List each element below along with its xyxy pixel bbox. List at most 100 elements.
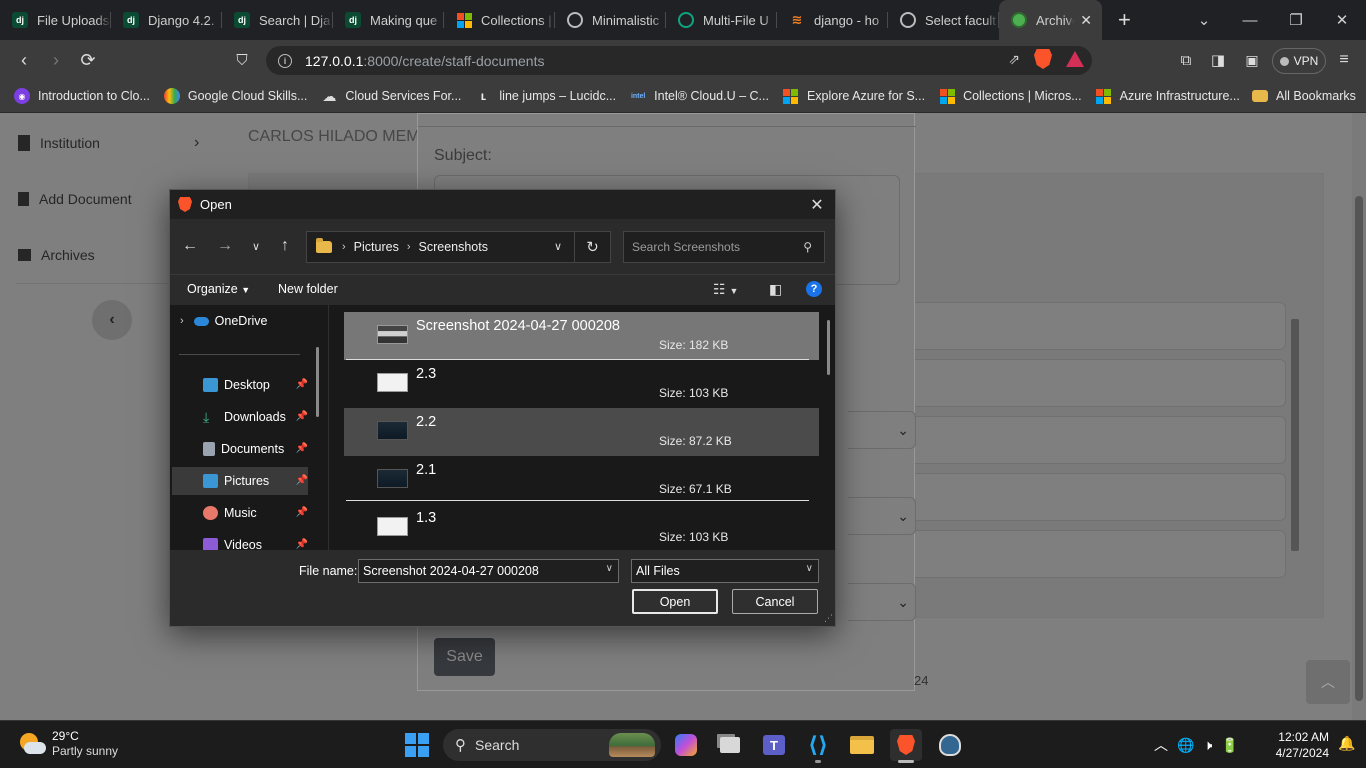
browser-tab[interactable]: Collections |	[444, 0, 555, 40]
browser-tab[interactable]: dj File Uploads	[0, 0, 111, 40]
forward-arrow-icon[interactable]: →	[213, 234, 237, 258]
new-folder-button[interactable]: New folder	[278, 282, 338, 296]
bookmark-item[interactable]: Explore Azure for S...	[783, 88, 925, 104]
scroll-to-top-button[interactable]: ︿	[1306, 660, 1350, 704]
document-row[interactable]	[914, 302, 1286, 350]
bookmark-item[interactable]: Collections | Micros...	[939, 88, 1082, 104]
site-info-icon[interactable]: i	[278, 53, 292, 68]
file-item[interactable]: Screenshot 2024-04-27 000208 Size: 182 K…	[344, 312, 819, 360]
browser-tab[interactable]: Minimalistic	[555, 0, 666, 40]
refresh-icon[interactable]: ↻	[574, 232, 610, 262]
help-icon[interactable]: ?	[806, 281, 822, 297]
brave-browser-icon[interactable]	[890, 729, 922, 763]
sidebar-item-add-document[interactable]: Add Document	[18, 191, 132, 207]
menu-icon[interactable]: ≡	[1328, 44, 1360, 76]
organize-button[interactable]: Organize ▼	[187, 282, 250, 296]
search-input[interactable]: Search Screenshots ⚲	[623, 231, 825, 263]
close-icon[interactable]: ✕	[805, 193, 829, 217]
speaker-muted-icon[interactable]: 🕨	[1203, 737, 1212, 754]
nav-pane-scrollbar[interactable]	[316, 347, 319, 417]
browser-tab-active[interactable]: Archive✕	[999, 0, 1102, 40]
document-row[interactable]	[914, 473, 1286, 521]
recent-locations-icon[interactable]: ∨	[244, 234, 268, 258]
new-tab-button[interactable]: +	[1118, 7, 1131, 33]
notifications-bell-icon[interactable]: 🔔	[1338, 735, 1355, 752]
vscode-icon[interactable]: ⟨⟩	[802, 729, 834, 763]
chevron-down-icon[interactable]: ∨	[606, 563, 613, 574]
view-options-icon[interactable]: ☷ ▼	[713, 281, 738, 298]
close-tab-icon[interactable]: ✕	[1080, 12, 1092, 29]
open-button[interactable]: Open	[632, 589, 718, 614]
bookmark-item[interactable]: Azure Infrastructure...	[1096, 88, 1240, 104]
file-explorer-icon[interactable]	[846, 729, 878, 761]
copilot-icon[interactable]	[670, 729, 702, 761]
sidebar-item-institution[interactable]: Institution ›	[18, 134, 199, 151]
nav-item-videos[interactable]: Videos 📌	[172, 531, 308, 550]
nav-item-downloads[interactable]: ⤓ Downloads 📌	[172, 403, 308, 431]
chevron-down-icon[interactable]: ∨	[554, 240, 562, 253]
brave-rewards-icon[interactable]	[1066, 51, 1084, 67]
bookmark-item[interactable]: Google Cloud Skills...	[163, 88, 307, 104]
language-globe-icon[interactable]: 🌐	[1177, 737, 1194, 754]
all-bookmarks-button[interactable]: All Bookmarks	[1252, 89, 1356, 103]
vpn-button[interactable]: VPN	[1272, 48, 1326, 74]
browser-tab[interactable]: ≋ django - ho	[777, 0, 888, 40]
start-button[interactable]	[405, 733, 429, 757]
breadcrumb-screenshots[interactable]: Screenshots	[419, 240, 488, 254]
browser-tab[interactable]: dj Making que	[333, 0, 444, 40]
page-scrollbar[interactable]	[1352, 113, 1366, 720]
postgresql-icon[interactable]	[934, 729, 966, 761]
address-bar[interactable]: i 127.0.0.1:8000/create/staff-documents …	[266, 46, 1092, 75]
nav-item-documents[interactable]: Documents 📌	[172, 435, 308, 463]
file-type-select[interactable]: All Files ∨	[631, 559, 819, 583]
forward-button[interactable]: ›	[40, 44, 72, 76]
document-row[interactable]	[914, 416, 1286, 464]
save-button[interactable]: Save	[434, 638, 495, 676]
page-scrollbar-thumb[interactable]	[1355, 196, 1363, 701]
form-select[interactable]: ⌄	[848, 497, 916, 535]
weather-widget[interactable]: 29°C Partly sunny	[16, 729, 118, 759]
list-scrollbar-thumb[interactable]	[1291, 319, 1299, 551]
browser-tab[interactable]: Select facult	[888, 0, 999, 40]
file-item[interactable]: 2.1 Size: 67.1 KB	[344, 456, 819, 504]
file-item[interactable]: 2.3 Size: 103 KB	[344, 360, 819, 408]
nav-item-pictures[interactable]: Pictures 📌	[172, 467, 308, 495]
wallet-icon[interactable]: ▣	[1236, 44, 1268, 76]
document-row[interactable]	[914, 530, 1286, 578]
tab-search-chevron-icon[interactable]: ⌄	[1181, 0, 1227, 40]
file-item[interactable]: 1.3 Size: 103 KB	[344, 504, 819, 550]
browser-tab[interactable]: dj Django 4.2.	[111, 0, 222, 40]
file-list-scrollbar[interactable]	[827, 320, 830, 375]
back-arrow-icon[interactable]: ←	[178, 234, 202, 258]
preview-pane-icon[interactable]: ◧	[769, 281, 782, 298]
up-arrow-icon[interactable]: ↑	[273, 234, 297, 258]
resize-grip-icon[interactable]: ⋰	[824, 613, 833, 624]
reload-button[interactable]: ⟳	[72, 44, 104, 76]
location-bar[interactable]: › Pictures › Screenshots ∨ ↻	[306, 231, 611, 263]
sidebar-toggle-icon[interactable]: ◨	[1202, 44, 1234, 76]
browser-tab[interactable]: Multi-File U	[666, 0, 777, 40]
taskbar-search[interactable]: ⚲ Search	[443, 729, 661, 761]
restore-button[interactable]: ❐	[1273, 0, 1319, 40]
sidebar-item-archives[interactable]: Archives	[18, 247, 95, 263]
task-view-icon[interactable]	[714, 729, 746, 761]
chevron-right-icon[interactable]: ›	[180, 315, 184, 327]
clock[interactable]: 12:02 AM 4/27/2024	[1265, 729, 1329, 761]
pane-divider[interactable]	[328, 305, 329, 550]
form-select[interactable]: ⌄	[848, 411, 916, 449]
browser-tab[interactable]: dj Search | Dja	[222, 0, 333, 40]
file-item[interactable]: 2.2 Size: 87.2 KB	[344, 408, 819, 456]
extensions-icon[interactable]: ⧉	[1170, 44, 1202, 76]
nav-item-onedrive[interactable]: › OneDrive	[172, 307, 308, 335]
sidebar-collapse-button[interactable]: ‹	[92, 300, 132, 340]
bookmark-item[interactable]: intel Intel® Cloud.U – C...	[630, 88, 769, 104]
cancel-button[interactable]: Cancel	[732, 589, 818, 614]
nav-item-music[interactable]: Music 📌	[172, 499, 308, 527]
form-select[interactable]: ⌄	[848, 583, 916, 621]
back-button[interactable]: ‹	[8, 44, 40, 76]
nav-item-desktop[interactable]: Desktop 📌	[172, 371, 308, 399]
bookmark-item[interactable]: ☁ Cloud Services For...	[321, 88, 461, 104]
chevron-up-icon[interactable]: ︿	[1154, 735, 1168, 755]
bookmark-item[interactable]: ʟ line jumps – Lucidc...	[475, 88, 616, 104]
close-window-button[interactable]: ✕	[1319, 0, 1365, 40]
